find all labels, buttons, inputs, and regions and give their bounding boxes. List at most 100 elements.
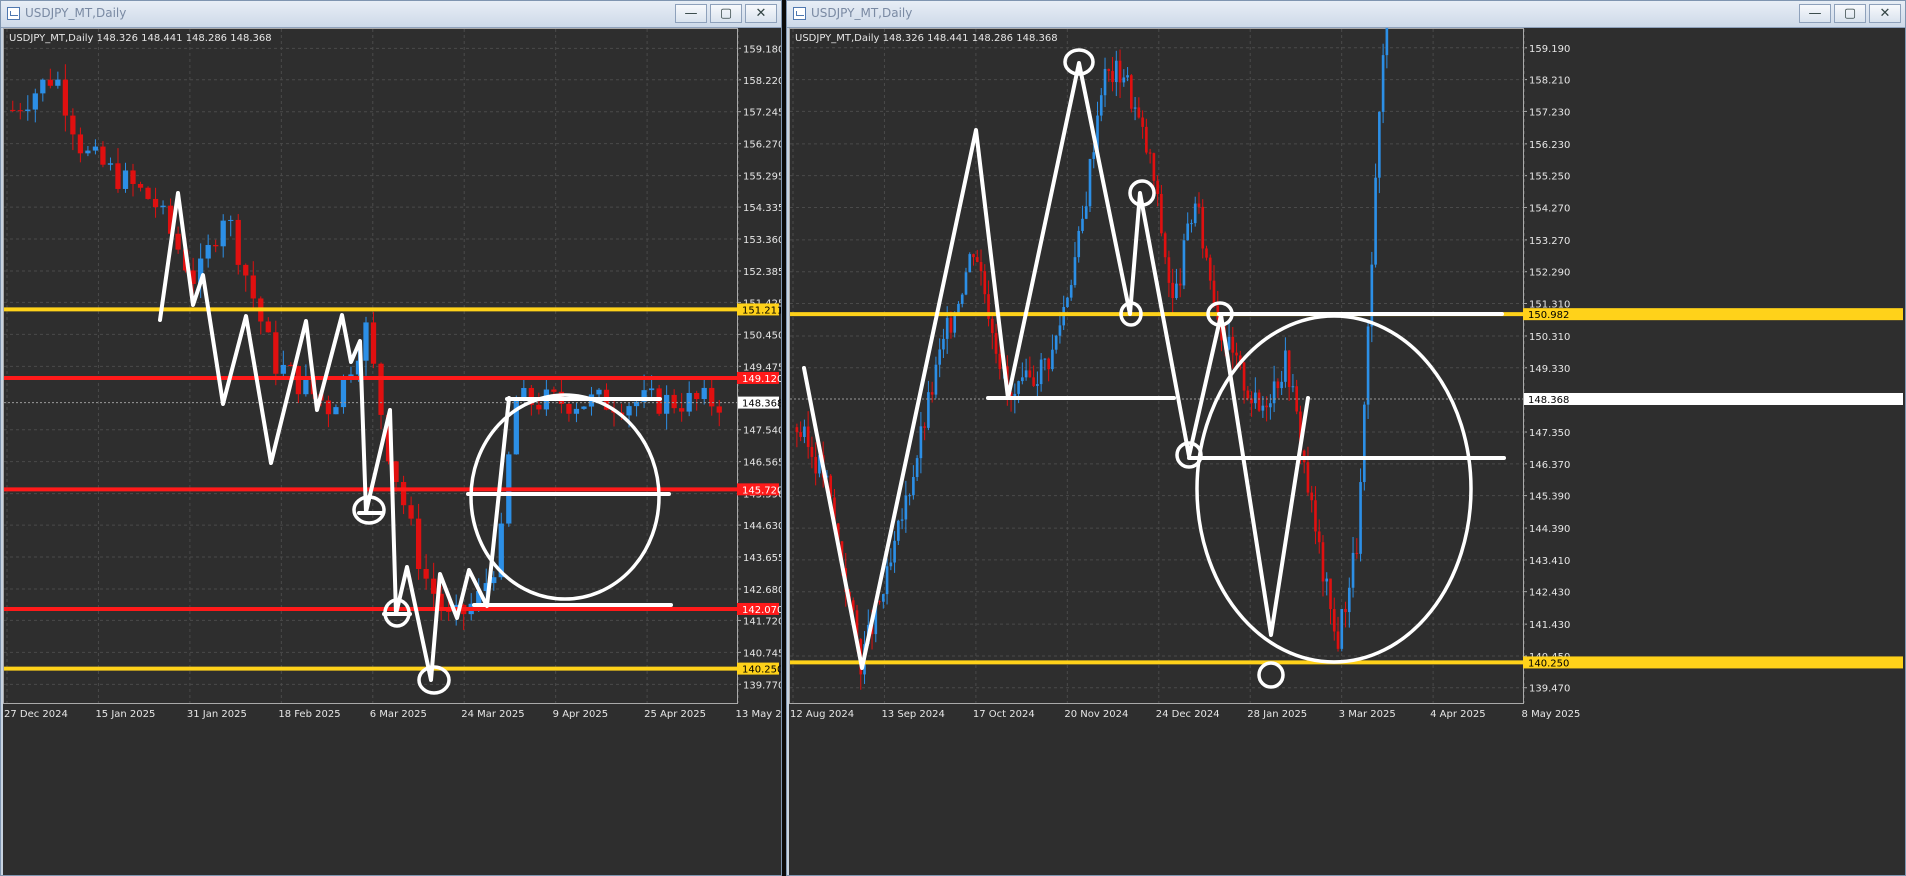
price-chart[interactable]: 159.180 158.220 157.245 156.270 155.295 154.3… [3,28,781,875]
candle-body [1051,349,1054,370]
candle-body [1310,492,1314,501]
candle-body [1062,307,1066,326]
candle-body [975,257,979,263]
chart-window-left[interactable]: USDJPY_MT,Daily — ▢ ✕ 159.180 158.220 157.… [0,0,782,876]
candle-body [1291,386,1295,388]
candle-body [994,333,998,354]
candle-body [1363,404,1366,483]
candle-body [77,134,84,154]
x-tick-label: 28 Jan 2025 [1247,709,1307,720]
candle-body [152,198,159,208]
candle-body [1321,542,1325,582]
chart-canvas[interactable]: 159.190 158.210 157.230 156.230 155.250 154.2… [789,28,1905,875]
candle-body [62,79,68,116]
y-tick-label: 146.370 [1529,460,1570,471]
candle-body [145,187,151,199]
window-title: USDJPY_MT,Daily [811,6,913,20]
candle-body [100,146,106,165]
candle-body [1092,152,1096,159]
level-price-label: 149.120 [742,374,781,385]
candle-body [881,594,885,602]
candle-body [566,403,572,414]
candle-body [1351,552,1355,588]
candle-body [573,408,580,414]
candle-body [1284,350,1287,382]
candle-body [1276,381,1280,389]
window-titlebar[interactable]: USDJPY_MT,Daily — ▢ ✕ [787,1,1905,28]
candle-body [919,426,923,459]
candle-body [235,219,241,265]
x-tick-label: 13 Sep 2024 [881,709,944,720]
candle-body [137,183,144,188]
candle-body [1036,384,1039,386]
chart-info-label: USDJPY_MT,Daily 148.326 148.441 148.286 … [9,33,272,44]
chart-window-right[interactable]: USDJPY_MT,Daily — ▢ ✕ 159.190 158.210 157.… [786,0,1906,876]
candle-body [1378,111,1381,178]
candle-body [1246,390,1250,399]
minimize-button[interactable]: — [1799,4,1831,23]
y-tick-label: 147.350 [1529,428,1570,439]
candle-body [363,322,369,361]
candle-body [930,392,934,395]
candle-body [945,317,949,339]
candle-body [1205,248,1208,258]
y-tick-label: 147.540 [743,426,781,437]
candle-body [671,394,677,409]
level-price-label: 142.070 [742,605,781,616]
candle-body [130,170,136,184]
candle-body [17,110,23,112]
x-tick-label: 13 May 2025 [736,709,781,720]
candle-body [908,495,911,497]
candle-body [1047,358,1050,370]
candle-body [1167,257,1171,283]
x-tick-label: 8 May 2025 [1522,709,1581,720]
candle-body [915,458,919,478]
candle-body [1148,152,1152,154]
candle-body [1133,107,1137,109]
maximize-button[interactable]: ▢ [710,4,742,23]
candle-body [701,387,707,400]
candle-body [55,79,61,86]
candle-body [115,163,121,189]
candle-body [205,245,211,259]
candle-body [1175,283,1178,299]
candle-body [288,364,294,367]
candle-body [923,426,926,428]
candle-body [243,264,249,276]
y-tick-label: 156.230 [1529,140,1570,151]
candle-body [536,404,542,410]
candle-body [1212,280,1216,306]
current-price-label: 148.368 [742,399,781,410]
candle-body [10,109,16,111]
candle-body [303,378,309,395]
x-tick-label: 25 Apr 2025 [644,709,706,720]
candle-body [1084,206,1088,219]
y-tick-label: 149.330 [1529,364,1570,375]
y-tick-label: 156.270 [743,140,781,151]
chart-info-label: USDJPY_MT,Daily 148.326 148.441 148.286 … [795,33,1058,44]
candle-body [40,79,46,94]
window-title: USDJPY_MT,Daily [25,6,127,20]
minimize-button[interactable]: — [675,4,707,23]
candle-body [1193,203,1197,224]
y-tick-label: 158.210 [1529,76,1570,87]
candle-body [1190,223,1193,225]
candle-body [893,540,896,563]
chart-window-icon [7,7,20,20]
x-tick-label: 4 Apr 2025 [1430,709,1485,720]
chart-window-icon [793,7,806,20]
close-button[interactable]: ✕ [745,4,777,23]
candle-body [664,394,670,414]
candle-body [1156,180,1159,195]
x-tick-label: 15 Jan 2025 [95,709,155,720]
candle-body [1111,71,1114,83]
candle-body [709,387,715,407]
window-titlebar[interactable]: USDJPY_MT,Daily — ▢ ✕ [1,1,781,28]
maximize-button[interactable]: ▢ [1834,4,1866,23]
chart-canvas[interactable]: 159.180 158.220 157.245 156.270 155.295 154.3… [3,28,781,875]
candle-body [795,427,799,433]
y-tick-label: 140.745 [743,648,781,659]
candle-body [934,364,938,395]
close-button[interactable]: ✕ [1869,4,1901,23]
price-chart[interactable]: 159.190 158.210 157.230 156.230 155.250 154.2… [789,28,1905,875]
